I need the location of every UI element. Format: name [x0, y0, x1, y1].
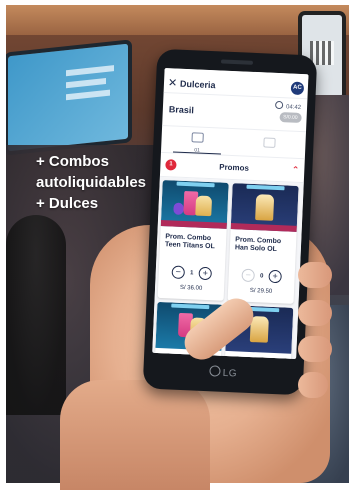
decrement-button[interactable]: − — [171, 265, 186, 280]
quantity-stepper: − 0 + — [228, 268, 295, 284]
close-icon[interactable]: ✕ — [168, 76, 181, 90]
qr-code — [310, 41, 334, 65]
quantity-value: 1 — [189, 269, 194, 276]
decrement-button[interactable]: − — [241, 268, 255, 283]
avatar[interactable]: AC — [290, 81, 305, 96]
wrist — [60, 380, 210, 490]
promo-line-3: + Dulces — [36, 195, 99, 212]
blurred-person-left — [6, 215, 66, 415]
product-image — [160, 180, 229, 229]
product-name: Prom. Combo Han Solo OL — [234, 236, 282, 254]
tab-tickets[interactable] — [233, 129, 306, 158]
promo-line-2: autoliquidables — [36, 174, 147, 191]
clock-icon — [274, 100, 284, 110]
finger — [298, 262, 332, 288]
finger — [298, 372, 328, 398]
finger — [298, 336, 332, 362]
phone-speaker — [220, 59, 254, 65]
brand-text: LG — [222, 367, 238, 380]
product-price: S/ 36.00 — [179, 284, 203, 292]
finger — [298, 300, 332, 326]
quantity-value: 0 — [259, 272, 264, 280]
product-name: Prom. Combo Teen Titans OL — [164, 233, 215, 251]
increment-button[interactable]: + — [198, 266, 213, 281]
tab-combos[interactable]: 01 — [161, 126, 234, 155]
product-image — [230, 183, 299, 232]
product-price: S/ 29.50 — [249, 287, 273, 295]
product-card[interactable]: Prom. Combo Han Solo OL − 0 + S/ 29.50 — [227, 183, 299, 304]
cart-total: S/0.00 — [283, 114, 298, 121]
section-number-badge: 1 — [165, 159, 177, 171]
background-monitor — [8, 43, 128, 152]
product-card[interactable]: Prom. Combo Teen Titans OL − 1 + S/ 36.0… — [157, 180, 229, 301]
quantity-stepper: − 1 + — [158, 265, 225, 281]
combo-icon — [191, 132, 204, 143]
app-title: Dulceria — [179, 78, 216, 90]
cinema-location: Brasil — [168, 104, 195, 116]
chevron-up-icon[interactable]: ⌃ — [292, 165, 300, 176]
section-title: Promos — [219, 162, 250, 173]
promo-overlay-text: + Combos autoliquidables + Dulces — [36, 151, 146, 214]
promo-line-1: + Combos — [36, 153, 109, 170]
timer-value: 04:42 — [285, 104, 302, 111]
ceiling — [6, 5, 349, 35]
ticket-icon — [263, 137, 276, 148]
increment-button[interactable]: + — [268, 269, 282, 284]
smartphone: ✕ Dulceria AC Brasil 04:42 S/0.00 01 1 P… — [142, 48, 318, 396]
phone-brand-logo: LG — [143, 362, 303, 382]
countdown-timer: 04:42 — [274, 100, 302, 111]
cart-total-badge[interactable]: S/0.00 — [278, 112, 302, 124]
